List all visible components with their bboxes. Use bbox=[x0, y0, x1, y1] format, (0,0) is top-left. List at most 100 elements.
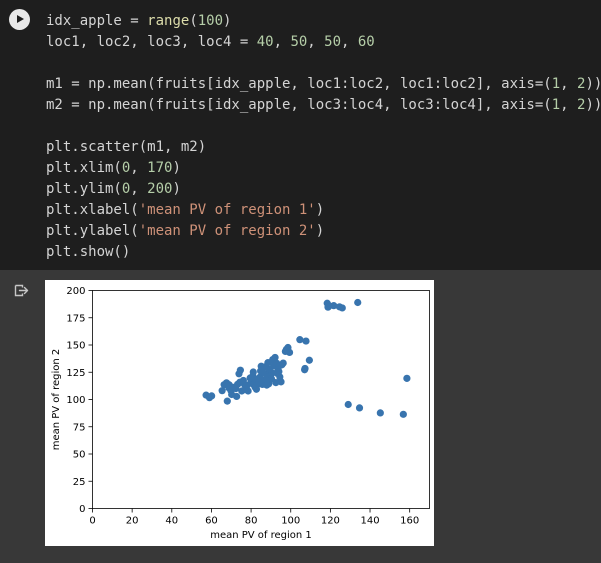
code-token: plt.xlabel( bbox=[46, 202, 139, 218]
code-line[interactable]: plt.xlim(0, 170) bbox=[46, 160, 181, 176]
python-code[interactable]: idx_apple = range(100) loc1, loc2, loc3,… bbox=[46, 11, 601, 263]
output-redirect-icon bbox=[14, 284, 29, 297]
code-token: loc1, loc2, loc3, loc4 = bbox=[46, 34, 257, 50]
data-point bbox=[403, 374, 411, 382]
code-token: 200 bbox=[147, 181, 173, 197]
data-point bbox=[241, 385, 249, 394]
code-line[interactable]: plt.ylim(0, 200) bbox=[46, 181, 181, 197]
x-tick-label: 20 bbox=[126, 516, 139, 527]
code-token: ) bbox=[315, 202, 325, 218]
y-tick-label: 125 bbox=[66, 368, 85, 379]
code-token: ) bbox=[223, 13, 232, 29]
x-tick-label: 0 bbox=[89, 516, 95, 527]
data-point bbox=[225, 384, 233, 392]
code-token: plt.ylabel( bbox=[46, 223, 139, 239]
scatter-chart: 0 20 40 60 80 100 120 140 160 0 25 50 75 100 125 150 175… bbox=[51, 286, 430, 541]
scatter-plot-output: 0 20 40 60 80 100 120 140 160 0 25 50 75 100 125 150 175… bbox=[45, 280, 434, 546]
code-token: m1 = np.mean(fruits[idx_apple, loc1:loc2… bbox=[46, 76, 552, 92]
code-token: , bbox=[130, 160, 148, 176]
data-point bbox=[269, 356, 277, 364]
code-token: ) bbox=[172, 160, 181, 176]
code-token: )) bbox=[585, 97, 601, 113]
code-token: 'mean PV of region 1' bbox=[138, 202, 316, 218]
y-tick-label: 150 bbox=[66, 341, 85, 352]
code-token: 1 bbox=[551, 76, 561, 92]
code-token: 50 bbox=[290, 34, 308, 50]
data-point bbox=[272, 379, 280, 387]
data-point bbox=[302, 337, 310, 345]
data-point bbox=[236, 366, 244, 374]
code-token: ) bbox=[315, 223, 325, 239]
code-editor[interactable]: idx_apple = range(100) loc1, loc2, loc3,… bbox=[0, 0, 601, 270]
data-point bbox=[263, 381, 271, 389]
y-tick-label: 75 bbox=[73, 422, 86, 433]
data-point bbox=[232, 385, 240, 393]
code-token: 100 bbox=[197, 13, 224, 29]
data-point bbox=[228, 390, 236, 399]
data-point bbox=[208, 392, 216, 400]
code-token: plt.scatter(m1, m2) bbox=[46, 139, 207, 155]
code-line[interactable]: loc1, loc2, loc3, loc4 = 40, 50, 50, 60 bbox=[46, 34, 375, 50]
data-point bbox=[344, 400, 352, 409]
y-tick-label: 50 bbox=[73, 450, 86, 461]
code-token: 60 bbox=[357, 34, 375, 50]
code-line[interactable]: m1 = np.mean(fruits[idx_apple, loc1:loc2… bbox=[46, 76, 601, 92]
code-token: plt.xlim( bbox=[46, 160, 122, 176]
play-icon bbox=[17, 15, 24, 23]
data-point bbox=[399, 410, 407, 418]
code-token: 1 bbox=[551, 97, 561, 113]
data-point bbox=[354, 298, 362, 307]
code-token: m2 = np.mean(fruits[idx_apple, loc3:loc4… bbox=[46, 97, 552, 113]
data-point bbox=[223, 397, 231, 405]
y-tick-label: 100 bbox=[66, 395, 85, 406]
data-point bbox=[305, 356, 313, 364]
data-point bbox=[282, 345, 290, 353]
data-point bbox=[296, 336, 304, 344]
x-tick-label: 160 bbox=[400, 516, 419, 527]
code-token: 170 bbox=[147, 160, 173, 176]
code-line[interactable]: plt.show() bbox=[46, 244, 130, 260]
code-token: , bbox=[130, 181, 148, 197]
code-token: , bbox=[307, 34, 325, 50]
code-token: 40 bbox=[256, 34, 274, 50]
y-tick-label: 25 bbox=[73, 477, 86, 488]
code-token: , bbox=[273, 34, 291, 50]
data-point bbox=[255, 378, 263, 386]
x-tick-label: 80 bbox=[245, 516, 258, 527]
x-tick-label: 40 bbox=[165, 516, 178, 527]
data-point bbox=[338, 304, 346, 312]
code-token: , bbox=[560, 76, 578, 92]
code-token: plt.ylim( bbox=[46, 181, 122, 197]
code-token: , bbox=[560, 97, 578, 113]
y-axis-label: mean PV of region 2 bbox=[51, 349, 62, 451]
data-point bbox=[273, 369, 281, 377]
code-token: range bbox=[147, 13, 190, 29]
data-point bbox=[301, 366, 309, 374]
code-token: , bbox=[341, 34, 358, 50]
y-tick-label: 200 bbox=[66, 286, 85, 297]
data-point bbox=[249, 368, 257, 376]
x-tick-label: 60 bbox=[205, 516, 218, 527]
data-point bbox=[355, 404, 364, 412]
x-tick-label: 100 bbox=[281, 516, 300, 527]
x-axis-label: mean PV of region 1 bbox=[210, 530, 312, 541]
run-button[interactable] bbox=[9, 9, 30, 30]
data-point bbox=[376, 409, 384, 417]
notebook-cell: idx_apple = range(100) loc1, loc2, loc3,… bbox=[0, 0, 601, 563]
x-tick-label: 120 bbox=[321, 516, 340, 527]
code-line[interactable]: plt.xlabel('mean PV of region 1') bbox=[46, 202, 324, 218]
code-token: ) bbox=[172, 181, 181, 197]
plot-frame bbox=[92, 290, 430, 509]
code-line[interactable]: m2 = np.mean(fruits[idx_apple, loc3:loc4… bbox=[46, 97, 601, 113]
code-token: 50 bbox=[324, 34, 342, 50]
y-tick-label: 175 bbox=[66, 313, 85, 324]
code-token: 'mean PV of region 2' bbox=[138, 223, 316, 239]
x-tick-label: 140 bbox=[360, 516, 379, 527]
code-line[interactable]: plt.ylabel('mean PV of region 2') bbox=[46, 223, 324, 239]
code-token: )) bbox=[585, 76, 601, 92]
code-line[interactable]: idx_apple = range(100) bbox=[46, 13, 231, 29]
code-line[interactable]: plt.scatter(m1, m2) bbox=[46, 139, 206, 155]
code-token: plt.show() bbox=[46, 244, 131, 260]
code-token: ( bbox=[189, 13, 198, 29]
y-tick-label: 0 bbox=[79, 504, 85, 515]
